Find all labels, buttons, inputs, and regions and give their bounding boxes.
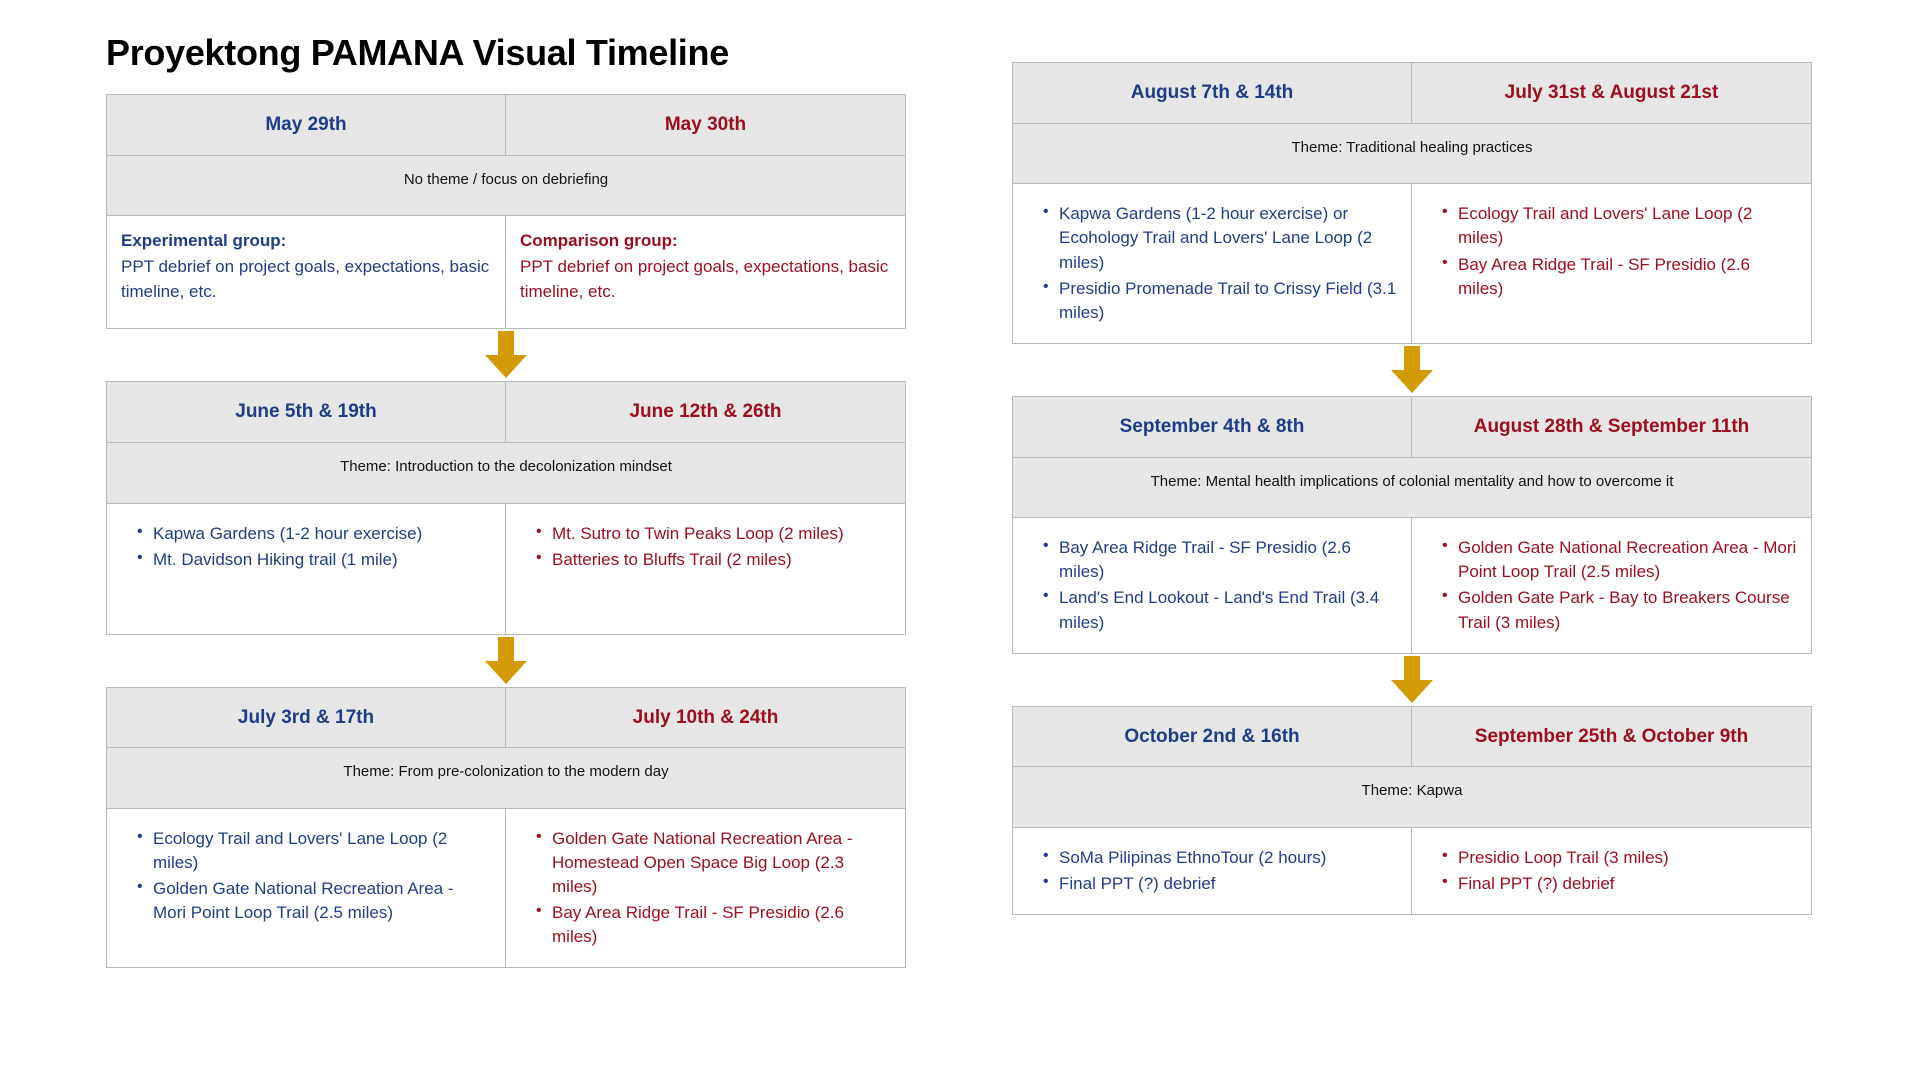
comparison-activity-list: Mt. Sutro to Twin Peaks Loop (2 miles) B…: [520, 520, 891, 572]
timeline-block-september: September 4th & 8th August 28th & Septem…: [1012, 395, 1812, 654]
body-comparison: Mt. Sutro to Twin Peaks Loop (2 miles) B…: [506, 504, 905, 634]
header-experimental-date: May 29th: [107, 95, 506, 155]
header-experimental-date: October 2nd & 16th: [1013, 706, 1412, 767]
experimental-activity-list: Bay Area Ridge Trail - SF Presidio (2.6 …: [1027, 535, 1397, 635]
block-theme: Theme: From pre-colonization to the mode…: [107, 747, 905, 808]
connector-gap: [1012, 344, 1812, 396]
list-item: Golden Gate National Recreation Area - M…: [137, 876, 491, 925]
body-comparison: Golden Gate National Recreation Area - H…: [506, 809, 905, 968]
list-item: Bay Area Ridge Trail - SF Presidio (2.6 …: [536, 900, 891, 949]
list-item: Bay Area Ridge Trail - SF Presidio (2.6 …: [1043, 535, 1397, 584]
timeline-block-july: July 3rd & 17th July 10th & 24th Theme: …: [106, 686, 906, 969]
block-header-row: July 3rd & 17th July 10th & 24th: [107, 687, 905, 748]
down-arrow-icon: [1391, 345, 1433, 393]
list-item: Kapwa Gardens (1-2 hour exercise): [137, 520, 491, 546]
comparison-text: PPT debrief on project goals, expectatio…: [520, 256, 889, 302]
list-item: Golden Gate National Recreation Area - H…: [536, 826, 891, 899]
comparison-lead: Comparison group:: [520, 231, 678, 251]
down-arrow-icon: [485, 331, 527, 379]
experimental-activity-list: SoMa Pilipinas EthnoTour (2 hours) Final…: [1027, 845, 1397, 896]
connector-gap: [106, 635, 906, 687]
block-body-row: Kapwa Gardens (1-2 hour exercise) Mt. Da…: [107, 502, 905, 634]
down-arrow-icon: [1391, 655, 1433, 703]
experimental-text: PPT debrief on project goals, expectatio…: [121, 256, 490, 302]
block-theme: Theme: Traditional healing practices: [1013, 122, 1811, 184]
list-item: Presidio Loop Trail (3 miles): [1442, 845, 1797, 870]
experimental-paragraph: Experimental group: PPT debrief on proje…: [121, 228, 491, 305]
body-experimental: Kapwa Gardens (1-2 hour exercise) Mt. Da…: [107, 503, 506, 634]
list-item: Golden Gate Park - Bay to Breakers Cours…: [1442, 585, 1797, 634]
block-body-row: Kapwa Gardens (1-2 hour exercise) or Eco…: [1013, 183, 1811, 343]
timeline-block-june: June 5th & 19th June 12th & 26th Theme: …: [106, 381, 906, 635]
list-item: Final PPT (?) debrief: [1442, 871, 1797, 896]
header-comparison-date: June 12th & 26th: [629, 401, 782, 423]
block-header-row: September 4th & 8th August 28th & Septem…: [1013, 396, 1811, 457]
experimental-activity-list: Kapwa Gardens (1-2 hour exercise) Mt. Da…: [121, 520, 491, 572]
block-theme: Theme: Introduction to the decolonizatio…: [107, 442, 905, 503]
connector-gap: [106, 329, 906, 381]
body-experimental: SoMa Pilipinas EthnoTour (2 hours) Final…: [1013, 827, 1412, 915]
block-header-row: October 2nd & 16th September 25th & Octo…: [1013, 706, 1811, 767]
block-body-row: Ecology Trail and Lovers' Lane Loop (2 m…: [107, 807, 905, 968]
experimental-activity-list: Kapwa Gardens (1-2 hour exercise) or Eco…: [1027, 201, 1397, 325]
list-item: Ecology Trail and Lovers' Lane Loop (2 m…: [1442, 201, 1797, 250]
connector-gap: [1012, 654, 1812, 706]
experimental-activity-list: Ecology Trail and Lovers' Lane Loop (2 m…: [121, 826, 491, 926]
body-experimental: Experimental group: PPT debrief on proje…: [107, 216, 506, 329]
right-timeline-column: August 7th & 14th July 31st & August 21s…: [1012, 62, 1812, 916]
header-experimental-date: July 3rd & 17th: [107, 687, 506, 748]
down-arrow-icon: [485, 636, 527, 684]
body-experimental: Ecology Trail and Lovers' Lane Loop (2 m…: [107, 808, 506, 968]
timeline-canvas: Proyektong PAMANA Visual Timeline May 29…: [0, 0, 1920, 1080]
comparison-paragraph: Comparison group: PPT debrief on project…: [520, 228, 891, 305]
header-comparison-date: July 10th & 24th: [632, 706, 779, 728]
list-item: Final PPT (?) debrief: [1043, 871, 1397, 896]
timeline-block-october: October 2nd & 16th September 25th & Octo…: [1012, 705, 1812, 916]
body-comparison: Golden Gate National Recreation Area - M…: [1412, 518, 1811, 653]
list-item: Kapwa Gardens (1-2 hour exercise) or Eco…: [1043, 201, 1397, 274]
body-comparison: Ecology Trail and Lovers' Lane Loop (2 m…: [1412, 184, 1811, 343]
header-experimental-date: August 7th & 14th: [1013, 63, 1412, 123]
block-header-row: May 29th May 30th: [107, 95, 905, 155]
page-title: Proyektong PAMANA Visual Timeline: [106, 32, 729, 73]
header-comparison-date: May 30th: [664, 114, 747, 135]
block-header-row: June 5th & 19th June 12th & 26th: [107, 382, 905, 442]
block-theme: Theme: Mental health implications of col…: [1013, 456, 1811, 518]
block-header-row: August 7th & 14th July 31st & August 21s…: [1013, 63, 1811, 123]
block-body-row: Experimental group: PPT debrief on proje…: [107, 215, 905, 329]
timeline-block-august: August 7th & 14th July 31st & August 21s…: [1012, 62, 1812, 344]
body-comparison: Comparison group: PPT debrief on project…: [506, 216, 905, 328]
comparison-activity-list: Presidio Loop Trail (3 miles) Final PPT …: [1426, 845, 1797, 896]
block-theme: No theme / focus on debriefing: [107, 154, 905, 216]
list-item: Golden Gate National Recreation Area - M…: [1442, 535, 1797, 584]
comparison-activity-list: Ecology Trail and Lovers' Lane Loop (2 m…: [1426, 201, 1797, 301]
body-comparison: Presidio Loop Trail (3 miles) Final PPT …: [1412, 828, 1811, 914]
header-experimental-date: September 4th & 8th: [1013, 396, 1412, 457]
header-comparison-date: July 31st & August 21st: [1504, 82, 1719, 103]
left-timeline-column: May 29th May 30th No theme / focus on de…: [106, 94, 906, 969]
list-item: SoMa Pilipinas EthnoTour (2 hours): [1043, 845, 1397, 870]
list-item: Ecology Trail and Lovers' Lane Loop (2 m…: [137, 826, 491, 875]
list-item: Mt. Sutro to Twin Peaks Loop (2 miles): [536, 520, 891, 546]
block-body-row: Bay Area Ridge Trail - SF Presidio (2.6 …: [1013, 517, 1811, 653]
list-item: Mt. Davidson Hiking trail (1 mile): [137, 547, 491, 572]
list-item: Bay Area Ridge Trail - SF Presidio (2.6 …: [1442, 251, 1797, 301]
experimental-lead: Experimental group:: [121, 231, 287, 251]
block-body-row: SoMa Pilipinas EthnoTour (2 hours) Final…: [1013, 826, 1811, 915]
list-item: Presidio Promenade Trail to Crissy Field…: [1043, 276, 1397, 325]
block-theme: Theme: Kapwa: [1013, 766, 1811, 827]
comparison-activity-list: Golden Gate National Recreation Area - M…: [1426, 535, 1797, 635]
list-item: Batteries to Bluffs Trail (2 miles): [536, 547, 891, 572]
list-item: Land's End Lookout - Land's End Trail (3…: [1043, 585, 1397, 634]
comparison-activity-list: Golden Gate National Recreation Area - H…: [520, 826, 891, 950]
header-comparison-date: September 25th & October 9th: [1474, 725, 1749, 747]
timeline-block-may: May 29th May 30th No theme / focus on de…: [106, 94, 906, 330]
body-experimental: Bay Area Ridge Trail - SF Presidio (2.6 …: [1013, 518, 1412, 653]
header-comparison-date: August 28th & September 11th: [1473, 415, 1750, 437]
header-experimental-date: June 5th & 19th: [107, 382, 506, 442]
body-experimental: Kapwa Gardens (1-2 hour exercise) or Eco…: [1013, 184, 1412, 343]
